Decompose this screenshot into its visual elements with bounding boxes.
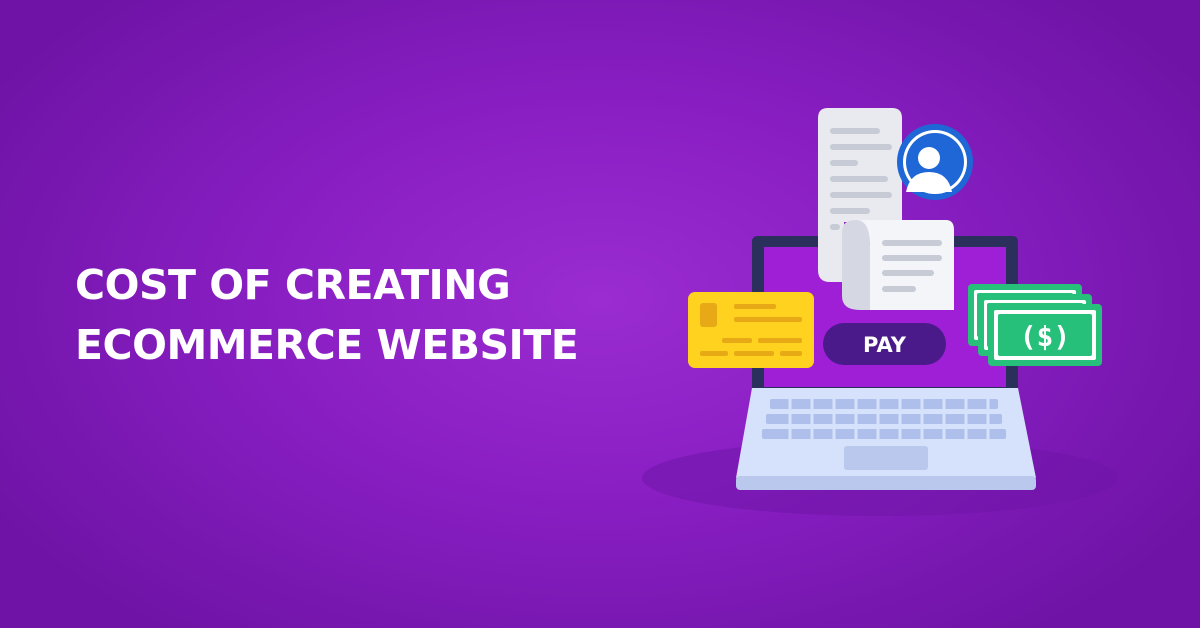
card-chip [700, 303, 717, 327]
cash-symbol: ($) [1020, 320, 1071, 353]
banner: COST OF CREATING ECOMMERCE WEBSITE PAY (… [0, 0, 1200, 628]
cash-stack-icon: ($) [968, 284, 1102, 366]
user-avatar-icon [897, 124, 973, 200]
laptop-keyboard [762, 399, 1006, 439]
pay-button-label: PAY [863, 333, 907, 357]
pay-button[interactable]: PAY [823, 323, 946, 365]
ecommerce-payment-illustration: PAY ($) [642, 108, 1118, 516]
credit-card-icon [688, 292, 814, 368]
laptop-trackpad [844, 446, 928, 470]
